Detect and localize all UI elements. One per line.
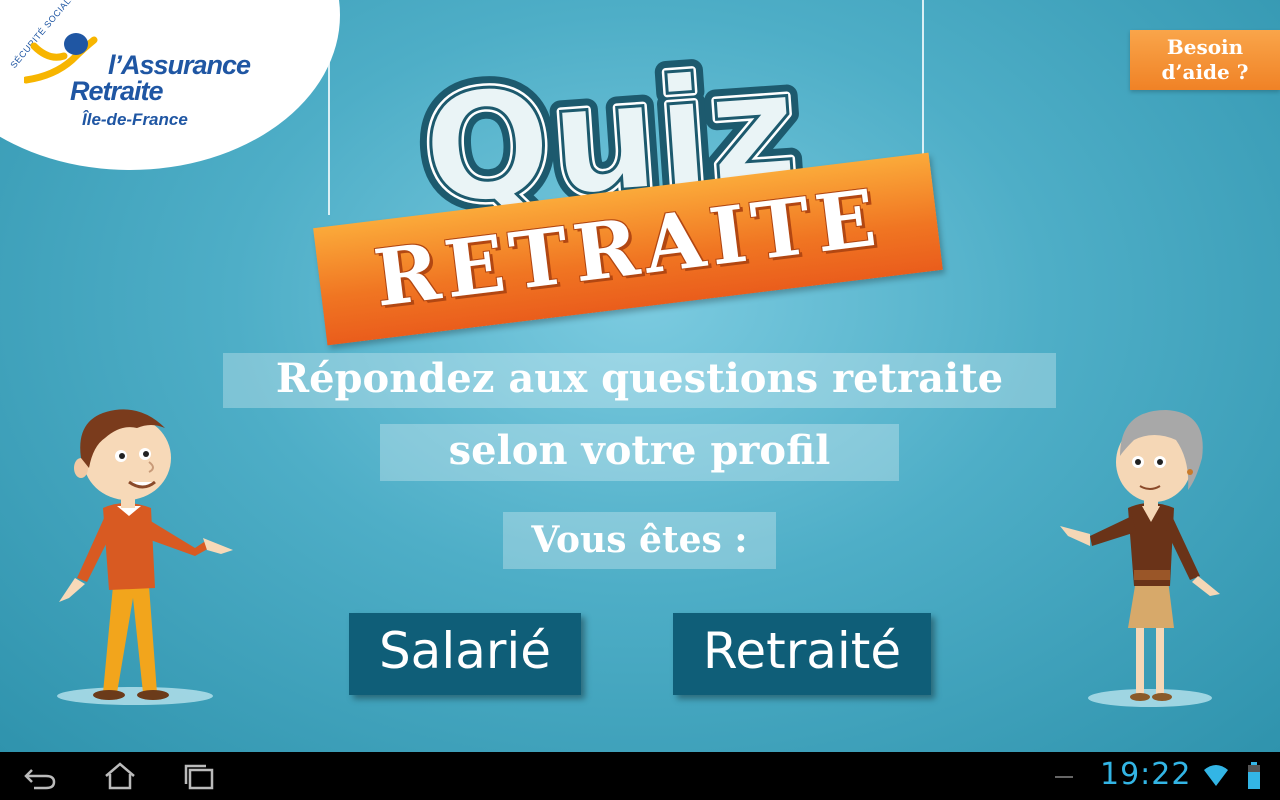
help-button[interactable]: Besoin d’aide ? [1130, 30, 1280, 90]
system-navigation-bar: 19:22 [0, 752, 1280, 800]
back-icon[interactable] [20, 760, 60, 792]
hanging-string-right [922, 0, 924, 160]
battery-icon [1248, 762, 1260, 789]
logo-line2: Retraite [70, 76, 164, 106]
status-clock: 19:22 [1100, 757, 1192, 792]
salarie-button[interactable]: Salarié [349, 613, 581, 695]
wifi-icon [1204, 765, 1228, 786]
help-button-line2: d’aide ? [1161, 60, 1249, 84]
logo-line3: Île-de-France [82, 110, 188, 129]
retraite-button[interactable]: Retraité [673, 613, 931, 695]
recent-apps-icon[interactable] [180, 760, 220, 792]
home-icon[interactable] [100, 760, 140, 792]
young-man-illustration [57, 409, 233, 705]
intro-line1: Répondez aux questions retraite [223, 353, 1056, 408]
app-screen: SÉCURITÉ SOCIALE l’Assurance Retraite Îl… [0, 0, 1280, 752]
notification-dash [1055, 776, 1073, 778]
retired-woman-illustration [1060, 410, 1220, 707]
help-button-line1: Besoin [1166, 35, 1244, 59]
profile-prompt: Vous êtes : [503, 512, 776, 569]
intro-line2: selon votre profil [380, 424, 899, 481]
